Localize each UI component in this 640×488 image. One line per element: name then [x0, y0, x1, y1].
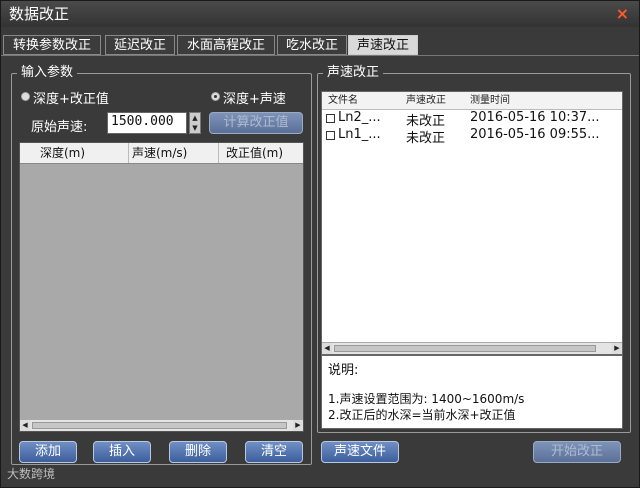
watermark-logo: 大数跨境 [7, 467, 56, 481]
file-list-header: 文件名 声速改正 测量时间 [322, 92, 622, 110]
note-line-2: 2.改正后的水深=当前水深+改正值 [328, 408, 516, 422]
list-hscrollbar[interactable]: ◀ ▶ [322, 342, 622, 354]
col-depth: 深度(m) [40, 146, 86, 160]
tab-draft[interactable]: 吃水改正 [277, 35, 347, 55]
add-button[interactable]: 添加 [19, 441, 77, 463]
file-list[interactable]: 文件名 声速改正 测量时间 Ln2_... 未改正 2016-05-16 10:… [321, 91, 623, 355]
radio-depth-correction[interactable] [21, 92, 30, 101]
clear-button[interactable]: 清空 [245, 441, 303, 463]
delete-button[interactable]: 删除 [169, 441, 227, 463]
radio-depth-correction-label: 深度+改正值 [33, 92, 109, 107]
sound-speed-label: 原始声速: [31, 120, 88, 135]
scroll-right-icon[interactable]: ▶ [293, 420, 303, 431]
col-status: 声速改正 [406, 95, 446, 106]
radio-depth-sound-label: 深度+声速 [223, 92, 286, 107]
stepper-down-icon[interactable]: ▼ [190, 123, 200, 133]
file-checkbox[interactable] [326, 114, 335, 123]
scroll-right-icon[interactable]: ▶ [612, 343, 622, 354]
start-correction-button[interactable]: 开始改正 [533, 441, 621, 463]
note-title: 说明: [328, 363, 359, 378]
sound-speed-input[interactable]: 1500.000 [107, 112, 187, 134]
list-item[interactable]: Ln2_... 未改正 2016-05-16 10:37... [322, 110, 622, 129]
col-sound-speed: 声速(m/s) [132, 146, 188, 160]
radio-depth-sound[interactable] [211, 92, 220, 101]
scroll-thumb[interactable] [32, 422, 287, 429]
scroll-thumb[interactable] [334, 345, 596, 352]
table-header: 深度(m) 声速(m/s) 改正值(m) [20, 143, 303, 164]
col-time: 测量时间 [470, 95, 510, 106]
file-name: Ln1_... [338, 127, 381, 142]
insert-button[interactable]: 插入 [93, 441, 151, 463]
calc-correction-button[interactable]: 计算改正值 [209, 112, 303, 134]
list-item[interactable]: Ln1_... 未改正 2016-05-16 09:55... [322, 127, 622, 146]
table-hscrollbar[interactable]: ◀ ▶ [20, 419, 303, 431]
stepper-up-icon[interactable]: ▲ [190, 113, 200, 123]
window-title: 数据改正 [9, 5, 70, 23]
col-correction: 改正值(m) [226, 146, 284, 160]
file-time: 2016-05-16 10:37... [470, 110, 600, 125]
tab-transform-params[interactable]: 转换参数改正 [3, 35, 101, 55]
sound-correction-title: 声速改正 [323, 65, 384, 81]
tab-divider [1, 55, 639, 56]
tab-water-level[interactable]: 水面高程改正 [177, 35, 275, 55]
data-correction-window: 数据改正 × 转换参数改正 延迟改正 水面高程改正 吃水改正 声速改正 输入参数… [0, 0, 640, 488]
tab-sound-speed[interactable]: 声速改正 [348, 35, 418, 55]
col-filename: 文件名 [328, 95, 358, 106]
sound-speed-stepper[interactable]: ▲ ▼ [189, 112, 201, 134]
note-line-1: 1.声速设置范围为: 1400~1600m/s [328, 392, 525, 406]
tab-delay[interactable]: 延迟改正 [105, 35, 175, 55]
sound-profile-table[interactable]: 深度(m) 声速(m/s) 改正值(m) ◀ ▶ [19, 142, 304, 432]
close-icon[interactable]: × [616, 1, 629, 27]
file-name: Ln2_... [338, 110, 381, 125]
file-checkbox[interactable] [326, 131, 335, 140]
scroll-left-icon[interactable]: ◀ [322, 343, 332, 354]
file-status: 未改正 [406, 131, 446, 146]
file-time: 2016-05-16 09:55... [470, 127, 600, 142]
note-panel: 说明: 1.声速设置范围为: 1400~1600m/s 2.改正后的水深=当前水… [321, 355, 623, 429]
scroll-left-icon[interactable]: ◀ [20, 420, 30, 431]
title-bar: 数据改正 × [1, 1, 639, 27]
sound-file-button[interactable]: 声速文件 [321, 441, 399, 463]
input-params-title: 输入参数 [17, 65, 78, 81]
